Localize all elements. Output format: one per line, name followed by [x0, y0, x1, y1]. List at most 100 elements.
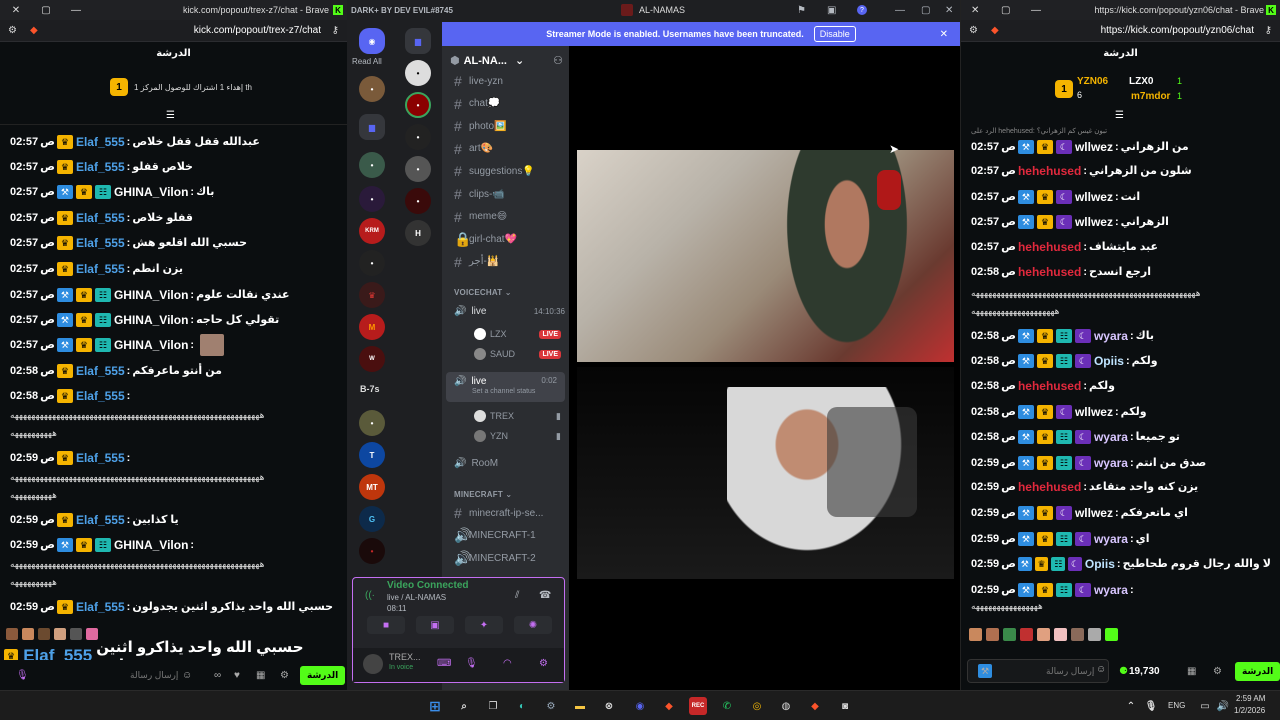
volume-icon[interactable]: 🔊 — [1214, 697, 1232, 715]
message-username[interactable]: hehehused — [1018, 165, 1081, 178]
screenshare-button-icon[interactable]: ▣ — [416, 616, 454, 634]
brave-taskbar-icon[interactable]: ◆ — [660, 697, 678, 715]
server-icon[interactable]: • — [405, 60, 431, 86]
text-channel[interactable]: # photo🖼️ — [454, 117, 565, 135]
voice-user[interactable]: YZN ▮ — [474, 428, 561, 444]
left-chat-input[interactable]: إرسال رسالة — [130, 670, 178, 681]
activity-button-icon[interactable]: ✦ — [465, 616, 503, 634]
avatar[interactable] — [363, 654, 383, 674]
disable-button[interactable]: Disable — [813, 26, 856, 42]
glasses-icon[interactable]: ∞ — [214, 670, 221, 681]
video-tile-top[interactable] — [577, 150, 954, 362]
emote-icon[interactable] — [1003, 628, 1016, 641]
message-username[interactable]: Elaf_555 — [76, 135, 125, 149]
minimize-icon[interactable]: — — [895, 5, 905, 16]
message-username[interactable]: hehehused — [1018, 380, 1081, 393]
right-chat-button[interactable]: الدرشة — [1235, 661, 1280, 681]
screen-icon[interactable]: ▣ — [827, 5, 836, 16]
chrome-icon[interactable]: ◎ — [748, 697, 766, 715]
message-username[interactable]: wyara — [1094, 583, 1128, 597]
right-chat-input[interactable]: ⚒ إرسال رسالة ☺ — [967, 659, 1109, 683]
emote-icon[interactable] — [1037, 628, 1050, 641]
clock-time[interactable]: 2:59 AM — [1236, 694, 1265, 703]
mic-icon[interactable]: 🎙 — [465, 658, 478, 669]
message-username[interactable]: hehehused — [1018, 481, 1081, 494]
emote-icon[interactable] — [1105, 628, 1118, 641]
server-icon[interactable]: G — [359, 506, 385, 532]
soundboard-button-icon[interactable]: ✺ — [514, 616, 552, 634]
message-username[interactable]: Elaf_555 — [76, 364, 125, 378]
voice-channel-room[interactable]: 🔊 RooM — [454, 454, 565, 472]
voice-category[interactable]: VOICECHAT ⌄ — [454, 288, 512, 297]
text-channel[interactable]: # chat💭 — [454, 95, 565, 113]
server-header[interactable]: ⬢ AL-NA... ⌄ ⚇ — [450, 54, 563, 68]
edge-icon[interactable]: ◐ — [513, 697, 531, 715]
dm-avatar-icon[interactable]: • — [359, 76, 385, 102]
emoji-icon[interactable]: ☺ — [1096, 664, 1106, 675]
message-username[interactable]: hehehused — [1018, 266, 1081, 279]
windows-start-icon[interactable]: ⊞ — [426, 697, 444, 715]
message-username[interactable]: Elaf_555 — [76, 600, 125, 614]
server-icon[interactable]: W — [359, 346, 385, 372]
help-icon[interactable]: ? — [857, 5, 867, 15]
emote-icon[interactable] — [1054, 628, 1067, 641]
message-username[interactable]: GHINA_Vilon — [114, 185, 188, 199]
server-icon[interactable]: • — [405, 92, 431, 118]
noise-suppression-icon[interactable]: ⫽ — [515, 590, 519, 601]
message-username[interactable]: Elaf_555 — [76, 236, 125, 250]
text-channel[interactable]: 🔒 girl-chat💖 — [454, 230, 565, 248]
message-username[interactable]: wllwez — [1075, 190, 1113, 204]
folder-icon[interactable]: ▆ — [405, 28, 431, 54]
voice-channel-live-1[interactable]: 🔊 live 14:10:36 — [454, 302, 565, 320]
left-chat-button[interactable]: الدرشة — [300, 665, 346, 685]
message-username[interactable]: wllwez — [1075, 405, 1113, 419]
message-username[interactable]: GHINA_Vilon — [114, 288, 188, 302]
channel-status[interactable]: Set a channel status — [454, 388, 535, 395]
minecraft-channel[interactable]: 🔊 MINECRAFT-2 — [454, 549, 565, 567]
message-username[interactable]: Elaf_555 — [76, 389, 125, 403]
server-icon[interactable]: M — [359, 314, 385, 340]
settings-icon[interactable]: ⚙ — [539, 658, 548, 669]
message-username[interactable]: wyara — [1094, 456, 1128, 470]
server-icon[interactable]: ♛ — [359, 282, 385, 308]
language-indicator[interactable]: ENG — [1168, 701, 1185, 710]
discord-home-icon[interactable]: ◉ — [359, 28, 385, 54]
store-icon[interactable]: ▦ — [1187, 666, 1196, 677]
app-taskbar-icon[interactable]: REC — [689, 697, 707, 715]
guild-label[interactable]: B-7s — [360, 384, 380, 394]
xbox-icon[interactable]: ⊗ — [600, 697, 618, 715]
message-username[interactable]: GHINA_Vilon — [114, 313, 188, 327]
file-explorer-icon[interactable]: ▬ — [571, 697, 589, 715]
voice-user[interactable]: TREX ▮ — [474, 408, 561, 424]
obs-icon[interactable]: ◍ — [777, 697, 795, 715]
server-icon[interactable]: • — [405, 124, 431, 150]
server-icon[interactable]: H — [405, 220, 431, 246]
server-icon[interactable]: T — [359, 442, 385, 468]
text-channel[interactable]: # suggestions💡 — [454, 162, 565, 180]
task-view-icon[interactable]: ❐ — [484, 697, 502, 715]
message-username[interactable]: Elaf_555 — [76, 513, 125, 527]
server-icon[interactable]: • — [405, 156, 431, 182]
message-username[interactable]: Elaf_555 — [76, 160, 125, 174]
minecraft-channel[interactable]: # minecraft-ip-se... — [454, 504, 565, 522]
steam-icon[interactable]: ⚙ — [542, 697, 560, 715]
message-username[interactable]: hehehused — [1018, 241, 1081, 254]
voice-user[interactable]: SAUD LIVE — [474, 346, 561, 362]
server-icon[interactable]: • — [359, 410, 385, 436]
message-username[interactable]: wyara — [1094, 329, 1128, 343]
message-username[interactable]: wllwez — [1075, 215, 1113, 229]
text-channel[interactable]: # clips-📹 — [454, 185, 565, 203]
gamepad-icon[interactable]: ⌨ — [437, 658, 451, 669]
emote-icon[interactable] — [969, 628, 982, 641]
text-channel[interactable]: # art🎨 — [454, 140, 565, 158]
clock-date[interactable]: 1/2/2026 — [1234, 706, 1265, 715]
close-banner-icon[interactable]: ✕ — [940, 29, 948, 40]
server-icon[interactable]: • — [359, 186, 385, 212]
read-all[interactable]: Read All — [352, 57, 382, 66]
server-icon[interactable]: • — [359, 538, 385, 564]
close-icon[interactable]: ✕ — [945, 5, 953, 16]
gift-icon[interactable]: ♥ — [234, 670, 240, 681]
emote-icon[interactable] — [1071, 628, 1084, 641]
video-tile-bottom[interactable] — [577, 367, 954, 579]
voice-channel-live-2[interactable]: 🔊 live 0:02 Set a channel status — [446, 372, 565, 402]
